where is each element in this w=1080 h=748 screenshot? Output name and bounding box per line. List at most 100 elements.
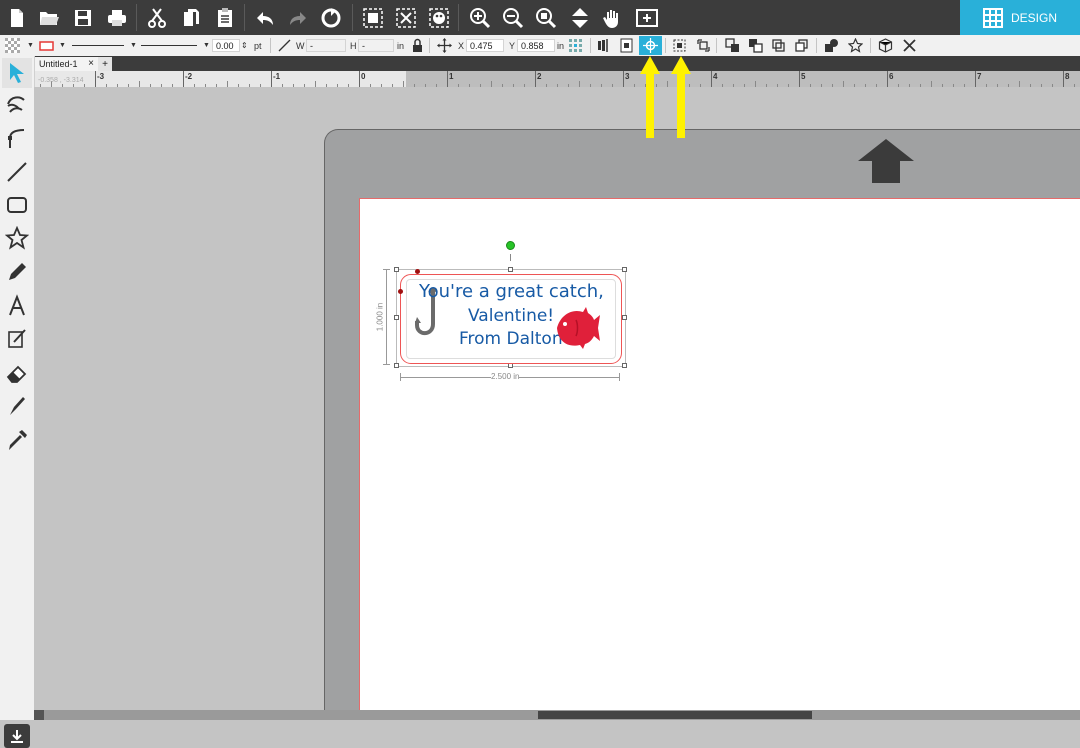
save-icon[interactable]: [68, 3, 98, 32]
scroll-left-icon[interactable]: [34, 710, 44, 720]
grid-icon: [982, 7, 1003, 28]
line-style-select[interactable]: ▼: [72, 37, 137, 54]
tab-close-icon[interactable]: ×: [88, 58, 94, 69]
print-icon[interactable]: [102, 3, 132, 32]
cut-icon[interactable]: [142, 3, 172, 32]
resize-handle-bl[interactable]: [394, 363, 399, 368]
tab-untitled-1[interactable]: Untitled-1 ×: [35, 57, 99, 71]
send-backward-icon[interactable]: [792, 37, 810, 54]
main-toolbar: DESIGN: [0, 0, 1080, 35]
left-tool-panel: [0, 56, 35, 748]
fill-panel-icon[interactable]: [424, 3, 454, 32]
greeting-line-3: From Dalton: [459, 329, 563, 349]
resize-handle-tl[interactable]: [394, 267, 399, 272]
rotate-handle[interactable]: [506, 241, 515, 250]
line-width-field[interactable]: 0.00: [212, 37, 240, 54]
knife-icon[interactable]: [2, 391, 32, 421]
height-field[interactable]: -: [358, 37, 394, 54]
line-width-stepper[interactable]: ⇕: [241, 37, 248, 54]
text-icon[interactable]: [2, 291, 32, 321]
send-to-back-icon[interactable]: [746, 37, 764, 54]
star-effects-icon[interactable]: [846, 37, 864, 54]
ruler-major-tick: [535, 71, 536, 87]
resize-handle-t[interactable]: [508, 267, 513, 272]
document-tab-bar: Untitled-1 × +: [34, 56, 1080, 71]
add-tab-button[interactable]: +: [98, 57, 112, 71]
align-icon[interactable]: [594, 37, 612, 54]
bring-forward-icon[interactable]: [769, 37, 787, 54]
x-label: X: [458, 40, 465, 51]
hand-icon[interactable]: [598, 3, 628, 32]
ruler-major-tick: [447, 71, 448, 87]
open-folder-icon[interactable]: [34, 3, 64, 32]
select-arrow-icon[interactable]: [2, 58, 32, 88]
ruler-label: 4: [713, 72, 718, 81]
redo-icon[interactable]: [283, 3, 313, 32]
annotation-arrow-1-icon: [640, 56, 660, 138]
line-color-dropdown-arrow[interactable]: ▼: [59, 37, 66, 54]
transform-rotate-icon[interactable]: [694, 37, 712, 54]
copy-icon[interactable]: [176, 3, 206, 32]
resize-handle-r[interactable]: [622, 315, 627, 320]
rectangle-icon[interactable]: [2, 190, 32, 220]
position-unit-label: in: [557, 40, 565, 51]
ruler-label: 6: [889, 72, 894, 81]
replicate-icon[interactable]: [316, 3, 346, 32]
ungroup-icon[interactable]: [391, 3, 421, 32]
x-position-field[interactable]: 0.475: [466, 37, 504, 54]
reference-point-grid-icon[interactable]: [566, 37, 584, 54]
download-icon[interactable]: [4, 724, 30, 748]
new-file-icon[interactable]: [2, 3, 32, 32]
group-icon[interactable]: [358, 3, 388, 32]
point-edit-icon[interactable]: [2, 89, 32, 119]
undo-icon[interactable]: [250, 3, 280, 32]
line-color-swatch[interactable]: [37, 37, 55, 54]
tab-label: Untitled-1: [39, 59, 78, 69]
height-label: H: [350, 40, 357, 51]
move-icon: [435, 37, 453, 54]
resize-handle-tr[interactable]: [622, 267, 627, 272]
ruler-major-tick: [623, 71, 624, 87]
ruler-major-tick: [1063, 71, 1064, 87]
pan-down-icon[interactable]: [565, 3, 595, 32]
zoom-out-icon[interactable]: [498, 3, 528, 32]
move-to-origin-button[interactable]: [639, 36, 662, 55]
width-dimension: 2.500 in: [491, 372, 520, 381]
pencil-icon[interactable]: [2, 257, 32, 287]
width-field[interactable]: -: [306, 37, 346, 54]
transform-size-icon[interactable]: [670, 37, 688, 54]
paste-icon[interactable]: [210, 3, 240, 32]
y-position-field[interactable]: 0.858: [517, 37, 555, 54]
zoom-in-icon[interactable]: [465, 3, 495, 32]
scrollbar-thumb[interactable]: [538, 711, 812, 719]
selected-design[interactable]: You're a great catch, Valentine! From Da…: [375, 241, 636, 382]
line-icon[interactable]: [2, 157, 32, 187]
ruler-major-tick: [95, 71, 96, 87]
zoom-selection-icon[interactable]: [531, 3, 561, 32]
3d-box-icon[interactable]: [876, 37, 894, 54]
fit-page-icon[interactable]: [632, 3, 662, 32]
horizontal-scrollbar[interactable]: [34, 710, 1080, 720]
ruler-major-tick: [271, 71, 272, 87]
resize-handle-l[interactable]: [394, 315, 399, 320]
ruler-label: 7: [977, 72, 982, 81]
line-weight-select[interactable]: ▼: [141, 37, 210, 54]
lock-aspect-icon[interactable]: [408, 37, 426, 54]
ruler-label: 8: [1065, 72, 1070, 81]
eraser-icon[interactable]: [2, 358, 32, 388]
fill-pattern-swatch[interactable]: [3, 37, 21, 54]
ruler-major-tick: [359, 71, 360, 87]
resize-handle-br[interactable]: [622, 363, 627, 368]
close-icon[interactable]: [900, 37, 918, 54]
center-to-page-icon[interactable]: [617, 37, 635, 54]
modify-weld-icon[interactable]: [822, 37, 840, 54]
eyedropper-icon[interactable]: [2, 425, 32, 455]
fill-dropdown-arrow[interactable]: ▼: [27, 37, 34, 54]
design-canvas[interactable]: You're a great catch, Valentine! From Da…: [34, 87, 1080, 710]
bring-to-front-icon[interactable]: [723, 37, 741, 54]
curve-icon[interactable]: [2, 123, 32, 153]
design-tab-button[interactable]: DESIGN: [960, 0, 1080, 35]
sketch-icon[interactable]: [2, 324, 32, 354]
width-label: W: [296, 40, 305, 51]
star-icon[interactable]: [2, 223, 32, 253]
